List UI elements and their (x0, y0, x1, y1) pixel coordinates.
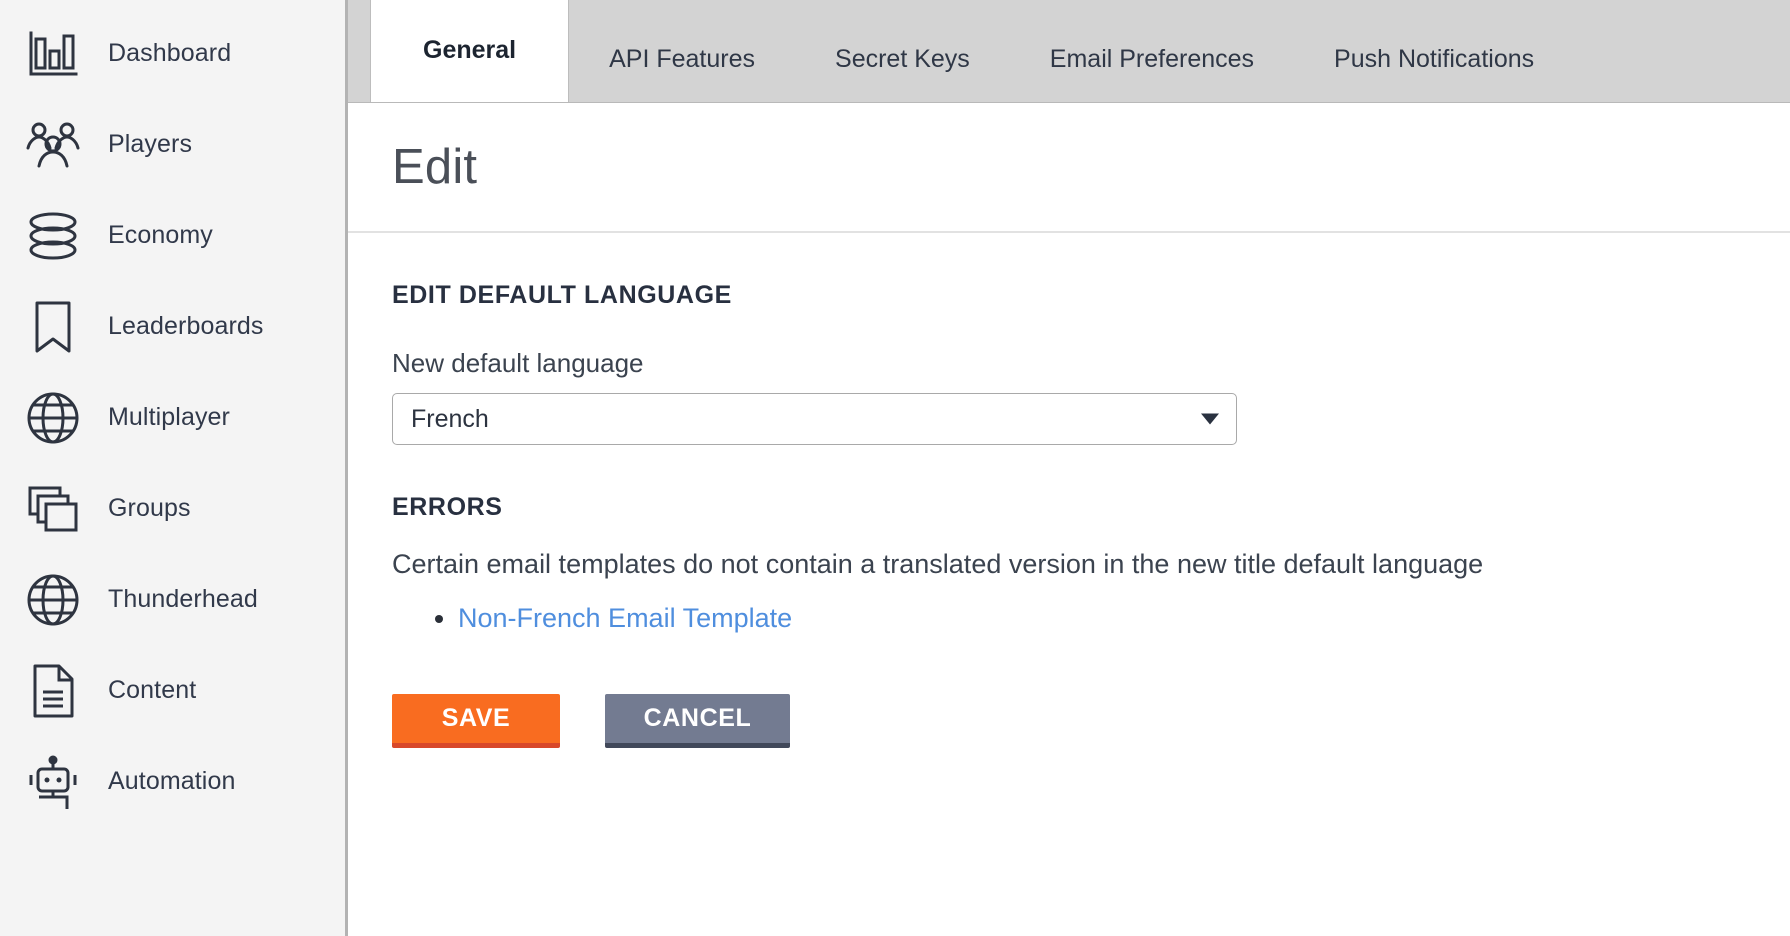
new-default-language-value: French (411, 404, 489, 433)
tab-push-notifications[interactable]: Push Notifications (1294, 17, 1574, 102)
tab-secret-keys[interactable]: Secret Keys (795, 17, 1010, 102)
sidebar-item-leaderboards[interactable]: Leaderboards (0, 281, 345, 372)
sidebar-item-label: Players (108, 130, 193, 158)
save-button[interactable]: SAVE (392, 693, 560, 748)
page-header: Edit (348, 103, 1790, 233)
new-default-language-select-wrap: French (392, 393, 1237, 445)
sidebar-item-multiplayer[interactable]: Multiplayer (0, 372, 345, 463)
list-item: Non-French Email Template (458, 600, 1746, 638)
bookmark-icon (22, 296, 84, 358)
section-title-errors: ERRORS (392, 493, 503, 521)
sidebar-item-automation[interactable]: Automation (0, 736, 345, 827)
tab-label: Push Notifications (1334, 45, 1535, 73)
tab-label: Email Preferences (1049, 45, 1255, 73)
sidebar-item-label: Leaderboards (108, 312, 264, 340)
sidebar-item-players[interactable]: Players (0, 99, 345, 190)
document-lines-icon (22, 660, 84, 722)
tab-label: Secret Keys (835, 45, 970, 73)
tab-email-preferences[interactable]: Email Preferences (1010, 17, 1294, 102)
stacked-windows-icon (22, 478, 84, 540)
tab-label: API Features (609, 45, 756, 73)
error-template-link[interactable]: Non-French Email Template (458, 603, 792, 633)
sidebar-item-thunderhead[interactable]: Thunderhead (0, 554, 345, 645)
errors-message: Certain email templates do not contain a… (392, 549, 1484, 579)
sidebar-item-label: Multiplayer (108, 403, 230, 431)
section-title-edit-default-language: EDIT DEFAULT LANGUAGE (392, 281, 732, 309)
sidebar-item-label: Groups (108, 494, 191, 522)
sidebar: Dashboard Players Economy Leaderboards M… (0, 0, 348, 936)
tab-api-features[interactable]: API Features (569, 17, 795, 102)
settings-tabbar: General API Features Secret Keys Email P… (348, 0, 1790, 103)
page-title: Edit (392, 140, 478, 194)
sidebar-item-label: Automation (108, 767, 236, 795)
people-group-icon (22, 114, 84, 176)
sidebar-item-label: Content (108, 676, 197, 704)
sidebar-item-dashboard[interactable]: Dashboard (0, 8, 345, 99)
sidebar-item-label: Thunderhead (108, 585, 258, 613)
new-default-language-select[interactable]: French (392, 393, 1237, 445)
main-panel: General API Features Secret Keys Email P… (348, 0, 1790, 936)
sidebar-item-label: Dashboard (108, 39, 232, 67)
tab-general[interactable]: General (370, 0, 570, 102)
tab-label: General (423, 36, 517, 64)
new-default-language-label: New default language (392, 348, 644, 378)
errors-list: Non-French Email Template (458, 600, 1746, 638)
sidebar-item-groups[interactable]: Groups (0, 463, 345, 554)
coins-stack-icon (22, 205, 84, 267)
globe-icon (22, 387, 84, 449)
app-root: Dashboard Players Economy Leaderboards M… (0, 0, 1790, 936)
sidebar-item-label: Economy (108, 221, 213, 249)
sidebar-item-economy[interactable]: Economy (0, 190, 345, 281)
cancel-button[interactable]: CANCEL (605, 693, 790, 748)
edit-form: EDIT DEFAULT LANGUAGE New default langua… (348, 233, 1790, 748)
globe-icon (22, 569, 84, 631)
form-actions: SAVE CANCEL (392, 693, 1746, 748)
bar-chart-icon (22, 23, 84, 85)
robot-icon (22, 751, 84, 813)
sidebar-item-content[interactable]: Content (0, 645, 345, 736)
